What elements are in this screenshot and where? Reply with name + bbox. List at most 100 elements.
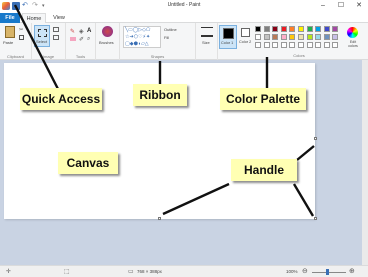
size-group: Size: [196, 23, 218, 60]
fill-dropdown[interactable]: Fill: [164, 35, 169, 40]
handle-callout: Handle: [231, 159, 297, 181]
close-icon[interactable]: ✕: [350, 0, 368, 12]
palette-swatch[interactable]: [263, 42, 270, 48]
maximize-icon[interactable]: ☐: [332, 0, 350, 12]
palette-swatch[interactable]: [272, 26, 279, 32]
palette-swatch[interactable]: [289, 26, 296, 32]
palette-swatch[interactable]: [332, 34, 339, 40]
tools-label: Tools: [75, 54, 86, 59]
color1-label: Color 1: [221, 41, 234, 45]
palette-swatch[interactable]: [323, 26, 330, 32]
palette-swatch[interactable]: [280, 42, 287, 48]
image-group: Select Image: [32, 23, 66, 60]
colors-label: Colors: [293, 53, 305, 58]
palette-swatch[interactable]: [255, 42, 261, 48]
palette-swatch[interactable]: [306, 42, 313, 48]
palette-swatch[interactable]: [263, 34, 270, 40]
color1-button[interactable]: Color 1: [219, 25, 237, 49]
canvas-size-icon: ▭: [128, 269, 134, 275]
image-label: Image: [42, 54, 55, 59]
canvas-callout: Canvas: [58, 152, 118, 174]
ribbon-tabs: File Home View: [0, 13, 368, 23]
copy-icon[interactable]: [19, 35, 24, 40]
palette-swatch[interactable]: [272, 34, 279, 40]
color2-button[interactable]: Color 2: [238, 25, 254, 49]
palette-swatch[interactable]: [332, 26, 339, 32]
palette-swatch[interactable]: [323, 42, 330, 48]
pencil-icon[interactable]: ✎: [70, 28, 75, 35]
color2-swatch: [241, 28, 250, 37]
eraser-icon[interactable]: [70, 37, 76, 41]
cut-icon[interactable]: ✂: [19, 27, 23, 33]
palette-swatch[interactable]: [306, 34, 313, 40]
resize-handle-corner[interactable]: [314, 217, 317, 220]
fill-icon[interactable]: ◈: [79, 28, 84, 35]
size-icon[interactable]: [201, 27, 213, 37]
palette-swatch[interactable]: [298, 34, 304, 40]
window-title: Untitled - Paint: [167, 2, 201, 8]
palette-swatch[interactable]: [280, 34, 287, 40]
palette-swatch[interactable]: [255, 26, 261, 32]
palette-swatch[interactable]: [298, 42, 304, 48]
tab-file[interactable]: File: [0, 13, 20, 23]
select-label: Select: [36, 39, 48, 44]
outline-dropdown[interactable]: Outline: [164, 27, 177, 32]
text-icon[interactable]: A: [87, 28, 91, 34]
palette-swatch[interactable]: [306, 26, 313, 32]
palette-swatch[interactable]: [315, 26, 322, 32]
resize-icon[interactable]: [53, 35, 59, 40]
edit-colors-label: Edit colors: [348, 40, 358, 48]
paste-icon[interactable]: [5, 26, 15, 38]
magnifier-icon[interactable]: ⌕: [87, 36, 90, 43]
color-picker-icon[interactable]: ✐: [79, 36, 84, 43]
ribbon-callout: Ribbon: [133, 84, 187, 106]
palette-swatch[interactable]: [298, 26, 304, 32]
clipboard-label: Clipboard: [6, 54, 25, 59]
palette-swatch[interactable]: [280, 26, 287, 32]
zoom-out-button[interactable]: ⊖: [302, 267, 308, 275]
quick-access-callout: Quick Access: [20, 88, 102, 110]
palette-swatch[interactable]: [255, 34, 261, 40]
crop-icon[interactable]: [53, 27, 59, 32]
canvas-dimensions: 768 × 388px: [137, 269, 162, 274]
palette-swatch[interactable]: [323, 34, 330, 40]
palette-swatch[interactable]: [289, 42, 296, 48]
status-bar: ✛ ⬚ ▭ 768 × 388px 100% ⊖ ⊕: [0, 265, 368, 277]
title-bar: ↶ ↷ ▾ Untitled - Paint – ☐ ✕: [0, 0, 368, 13]
tab-home[interactable]: Home: [22, 13, 46, 23]
brushes-button[interactable]: Brushes: [99, 40, 114, 45]
zoom-level: 100%: [286, 269, 298, 274]
clipboard-group: Paste ✂ Clipboard: [0, 23, 32, 60]
palette-swatch[interactable]: [289, 34, 296, 40]
resize-handle-right[interactable]: [314, 137, 317, 140]
minimize-icon[interactable]: –: [314, 0, 332, 12]
edit-colors-button[interactable]: Edit colors: [344, 25, 362, 55]
brushes-group: Brushes: [96, 23, 120, 60]
brushes-icon[interactable]: [102, 26, 113, 37]
tab-view[interactable]: View: [50, 13, 68, 23]
selection-size-icon: ⬚: [64, 269, 70, 275]
tools-group: ✎ ◈ A ✐ ⌕ Tools: [66, 23, 96, 60]
palette-swatch[interactable]: [315, 34, 322, 40]
zoom-slider[interactable]: [312, 272, 346, 273]
zoom-in-button[interactable]: ⊕: [349, 267, 355, 275]
shapes-label: Shapes: [150, 54, 165, 59]
zoom-slider-thumb[interactable]: [326, 269, 329, 275]
vertical-scrollbar[interactable]: [362, 60, 368, 265]
color-palette: [255, 26, 343, 52]
shapes-gallery[interactable]: ╲▭◯▷◇⬠ ☆➔⬡♡⚡✦ ▢◆⬢◖▱△: [123, 26, 161, 48]
resize-handle-bottom[interactable]: [158, 217, 161, 220]
palette-swatch[interactable]: [332, 42, 339, 48]
ribbon: Paste ✂ Clipboard Select Image ✎ ◈ A ✐ ⌕…: [0, 23, 368, 60]
palette-swatch[interactable]: [315, 42, 322, 48]
color1-swatch: [223, 28, 234, 39]
select-icon: [38, 29, 47, 37]
color2-label: Color 2: [239, 40, 252, 44]
color-palette-callout: Color Palette: [220, 88, 306, 110]
size-button[interactable]: Size: [202, 40, 210, 45]
palette-swatch[interactable]: [263, 26, 270, 32]
paste-button[interactable]: Paste: [3, 40, 13, 45]
palette-swatch[interactable]: [272, 42, 279, 48]
shapes-group: ╲▭◯▷◇⬠ ☆➔⬡♡⚡✦ ▢◆⬢◖▱△ Outline Fill Shapes: [120, 23, 196, 60]
select-button[interactable]: Select: [34, 25, 50, 47]
